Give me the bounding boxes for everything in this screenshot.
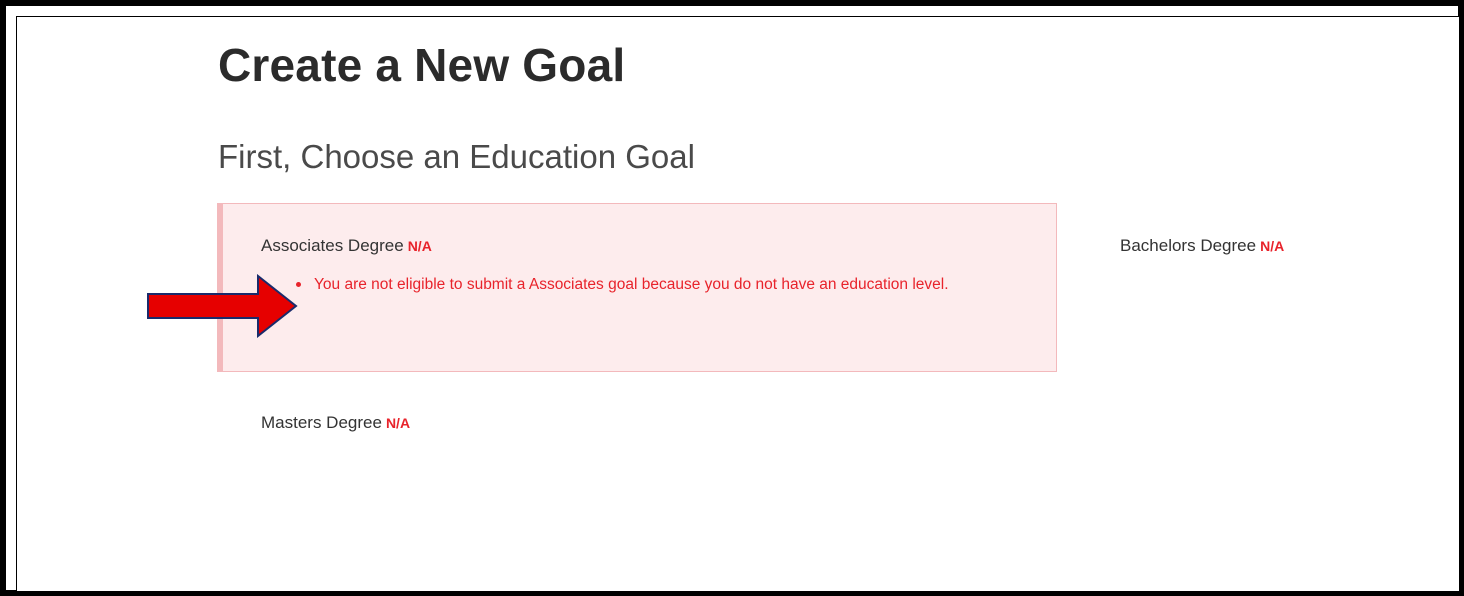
error-list: You are not eligible to submit a Associa… bbox=[296, 269, 1036, 301]
red-arrow-icon bbox=[147, 274, 298, 338]
page-title: Create a New Goal bbox=[218, 39, 626, 91]
goal-option-associates[interactable]: Associates Degree N/A bbox=[261, 236, 432, 256]
goal-option-masters[interactable]: Masters Degree N/A bbox=[261, 413, 410, 433]
goal-label-bachelors: Bachelors Degree bbox=[1120, 236, 1257, 255]
section-subtitle: First, Choose an Education Goal bbox=[218, 138, 695, 175]
error-message: You are not eligible to submit a Associa… bbox=[296, 269, 1036, 301]
status-badge-masters: N/A bbox=[385, 415, 411, 431]
goal-label-associates: Associates Degree bbox=[261, 236, 404, 255]
status-badge-bachelors: N/A bbox=[1260, 238, 1285, 254]
goal-label-masters: Masters Degree bbox=[261, 413, 382, 432]
goal-option-bachelors[interactable]: Bachelors Degree N/A bbox=[1120, 236, 1284, 256]
status-badge-associates: N/A bbox=[407, 238, 432, 254]
error-message-text: You are not eligible to submit a Associa… bbox=[314, 276, 949, 293]
